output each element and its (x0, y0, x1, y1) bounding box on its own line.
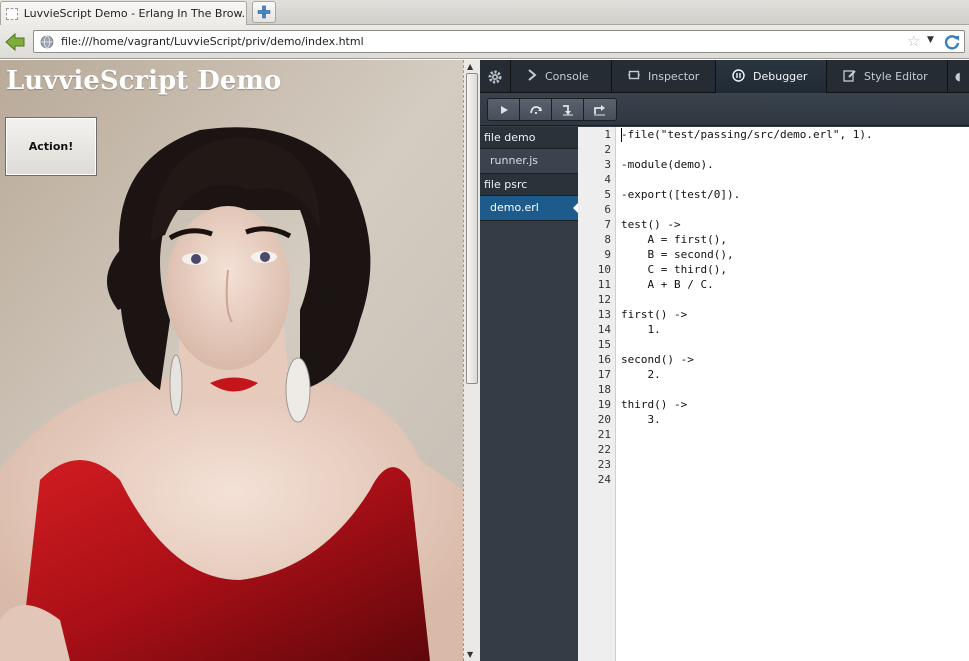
code-line: second() -> (621, 353, 694, 366)
tab-overflow[interactable]: ◖ (948, 60, 969, 93)
debugger-controls (487, 98, 617, 121)
source-item-runner-js[interactable]: runner.js (480, 149, 578, 174)
text-cursor (621, 128, 622, 142)
line-number[interactable]: 7 (604, 218, 611, 231)
code-line: 2. (621, 368, 661, 381)
code-line: 1. (621, 323, 661, 336)
line-number[interactable]: 11 (598, 278, 611, 291)
line-number[interactable]: 15 (598, 338, 611, 351)
reload-icon[interactable] (943, 33, 961, 51)
scroll-up-icon[interactable]: ▲ (467, 62, 473, 71)
page-title: LuvvieScript Demo (6, 66, 282, 96)
gear-icon (488, 70, 502, 83)
code-line: A + B / C. (621, 278, 714, 291)
line-number[interactable]: 18 (598, 383, 611, 396)
code-line: C = third(), (621, 263, 727, 276)
line-number[interactable]: 6 (604, 203, 611, 216)
tab-style-editor[interactable]: Style Editor (827, 60, 948, 93)
line-number-gutter[interactable]: 1 2 3 4 5 6 7 8 9 10 11 12 13 14 15 16 17 18 19 20 21 22 23 24 (578, 127, 616, 661)
tab-debugger-label: Debugger (753, 70, 808, 83)
bookmark-star-icon[interactable]: ☆ (907, 33, 920, 49)
step-out-button[interactable] (584, 99, 616, 120)
line-number[interactable]: 21 (598, 428, 611, 441)
tab-bar: LuvvieScript Demo - Erlang In The Brow..… (0, 0, 969, 25)
tab-inspector-label: Inspector (648, 70, 700, 83)
line-number[interactable]: 9 (604, 248, 611, 261)
step-in-icon (562, 104, 573, 115)
page-viewport: LuvvieScript Demo Action! (0, 60, 463, 661)
back-button[interactable] (3, 31, 27, 53)
more-tabs-icon: ◖ (955, 70, 961, 83)
line-number[interactable]: 8 (604, 233, 611, 246)
edit-icon (843, 69, 856, 85)
line-number[interactable]: 24 (598, 473, 611, 486)
pause-icon (732, 68, 745, 85)
line-number[interactable]: 20 (598, 413, 611, 426)
line-number[interactable]: 17 (598, 368, 611, 381)
chevron-right-icon (527, 69, 537, 84)
line-number[interactable]: 5 (604, 188, 611, 201)
url-text: file:///home/vagrant/LuvvieScript/priv/d… (61, 35, 364, 48)
tab-title: LuvvieScript Demo - Erlang In The Brow..… (23, 7, 246, 20)
step-over-icon (529, 105, 542, 114)
line-number[interactable]: 13 (598, 308, 611, 321)
inspector-icon (628, 70, 640, 83)
resume-button[interactable] (488, 99, 520, 120)
debugger-toolbar (480, 93, 969, 126)
resume-icon (500, 105, 508, 114)
line-number[interactable]: 10 (598, 263, 611, 276)
code-line: -module(demo). (621, 158, 714, 171)
tab-console[interactable]: Console (511, 60, 612, 93)
code-line: B = second(), (621, 248, 734, 261)
devtools-toolbar: Console Inspector Debugger Style Editor … (480, 60, 969, 93)
tab-console-label: Console (545, 70, 589, 83)
plus-icon (257, 5, 271, 19)
sources-list: file demo runner.js file psrc demo.erl (480, 127, 579, 661)
code-line: first() -> (621, 308, 688, 321)
settings-button[interactable] (480, 60, 511, 93)
code-line: -export([test/0]). (621, 188, 741, 201)
tab-inspector[interactable]: Inspector (612, 60, 716, 93)
code-line: test() -> (621, 218, 681, 231)
tab-debugger[interactable]: Debugger (716, 60, 827, 93)
line-number[interactable]: 2 (604, 143, 611, 156)
code-line: third() -> (621, 398, 688, 411)
url-bar[interactable]: file:///home/vagrant/LuvvieScript/priv/d… (33, 30, 965, 53)
line-number[interactable]: 12 (598, 293, 611, 306)
history-dropdown-icon[interactable]: ▼ (927, 35, 934, 45)
scroll-down-icon[interactable]: ▼ (467, 650, 473, 659)
line-number[interactable]: 1 (604, 128, 611, 141)
line-number[interactable]: 4 (604, 173, 611, 186)
line-number[interactable]: 23 (598, 458, 611, 471)
code-line: 3. (621, 413, 661, 426)
source-editor[interactable]: 1 2 3 4 5 6 7 8 9 10 11 12 13 14 15 16 17 18 19 20 21 22 23 24 … (578, 127, 969, 661)
line-number[interactable]: 19 (598, 398, 611, 411)
step-in-button[interactable] (552, 99, 584, 120)
tab-style-editor-label: Style Editor (864, 70, 928, 83)
code-line: A = first(), (621, 233, 727, 246)
source-item-demo-erl[interactable]: demo.erl (480, 196, 579, 221)
line-number[interactable]: 22 (598, 443, 611, 456)
nav-bar: file:///home/vagrant/LuvvieScript/priv/d… (0, 25, 969, 59)
step-out-icon (594, 104, 605, 115)
line-number[interactable]: 14 (598, 323, 611, 336)
browser-tab[interactable]: LuvvieScript Demo - Erlang In The Brow..… (0, 1, 247, 25)
source-group-psrc: file psrc (480, 174, 578, 196)
action-button[interactable]: Action! (5, 117, 97, 176)
page-icon (6, 7, 18, 20)
scrollbar-thumb[interactable] (466, 73, 478, 384)
page-scrollbar[interactable]: ▲ ▼ (463, 60, 480, 661)
back-arrow-icon (5, 32, 25, 52)
line-number[interactable]: 3 (604, 158, 611, 171)
devtools-panel: Console Inspector Debugger Style Editor … (480, 60, 969, 661)
code-line: -file("test/passing/src/demo.erl", 1). (621, 128, 873, 141)
new-tab-button[interactable] (252, 1, 276, 23)
source-group-demo: file demo (480, 127, 578, 149)
line-number[interactable]: 16 (598, 353, 611, 366)
globe-icon (40, 35, 54, 49)
step-over-button[interactable] (520, 99, 552, 120)
